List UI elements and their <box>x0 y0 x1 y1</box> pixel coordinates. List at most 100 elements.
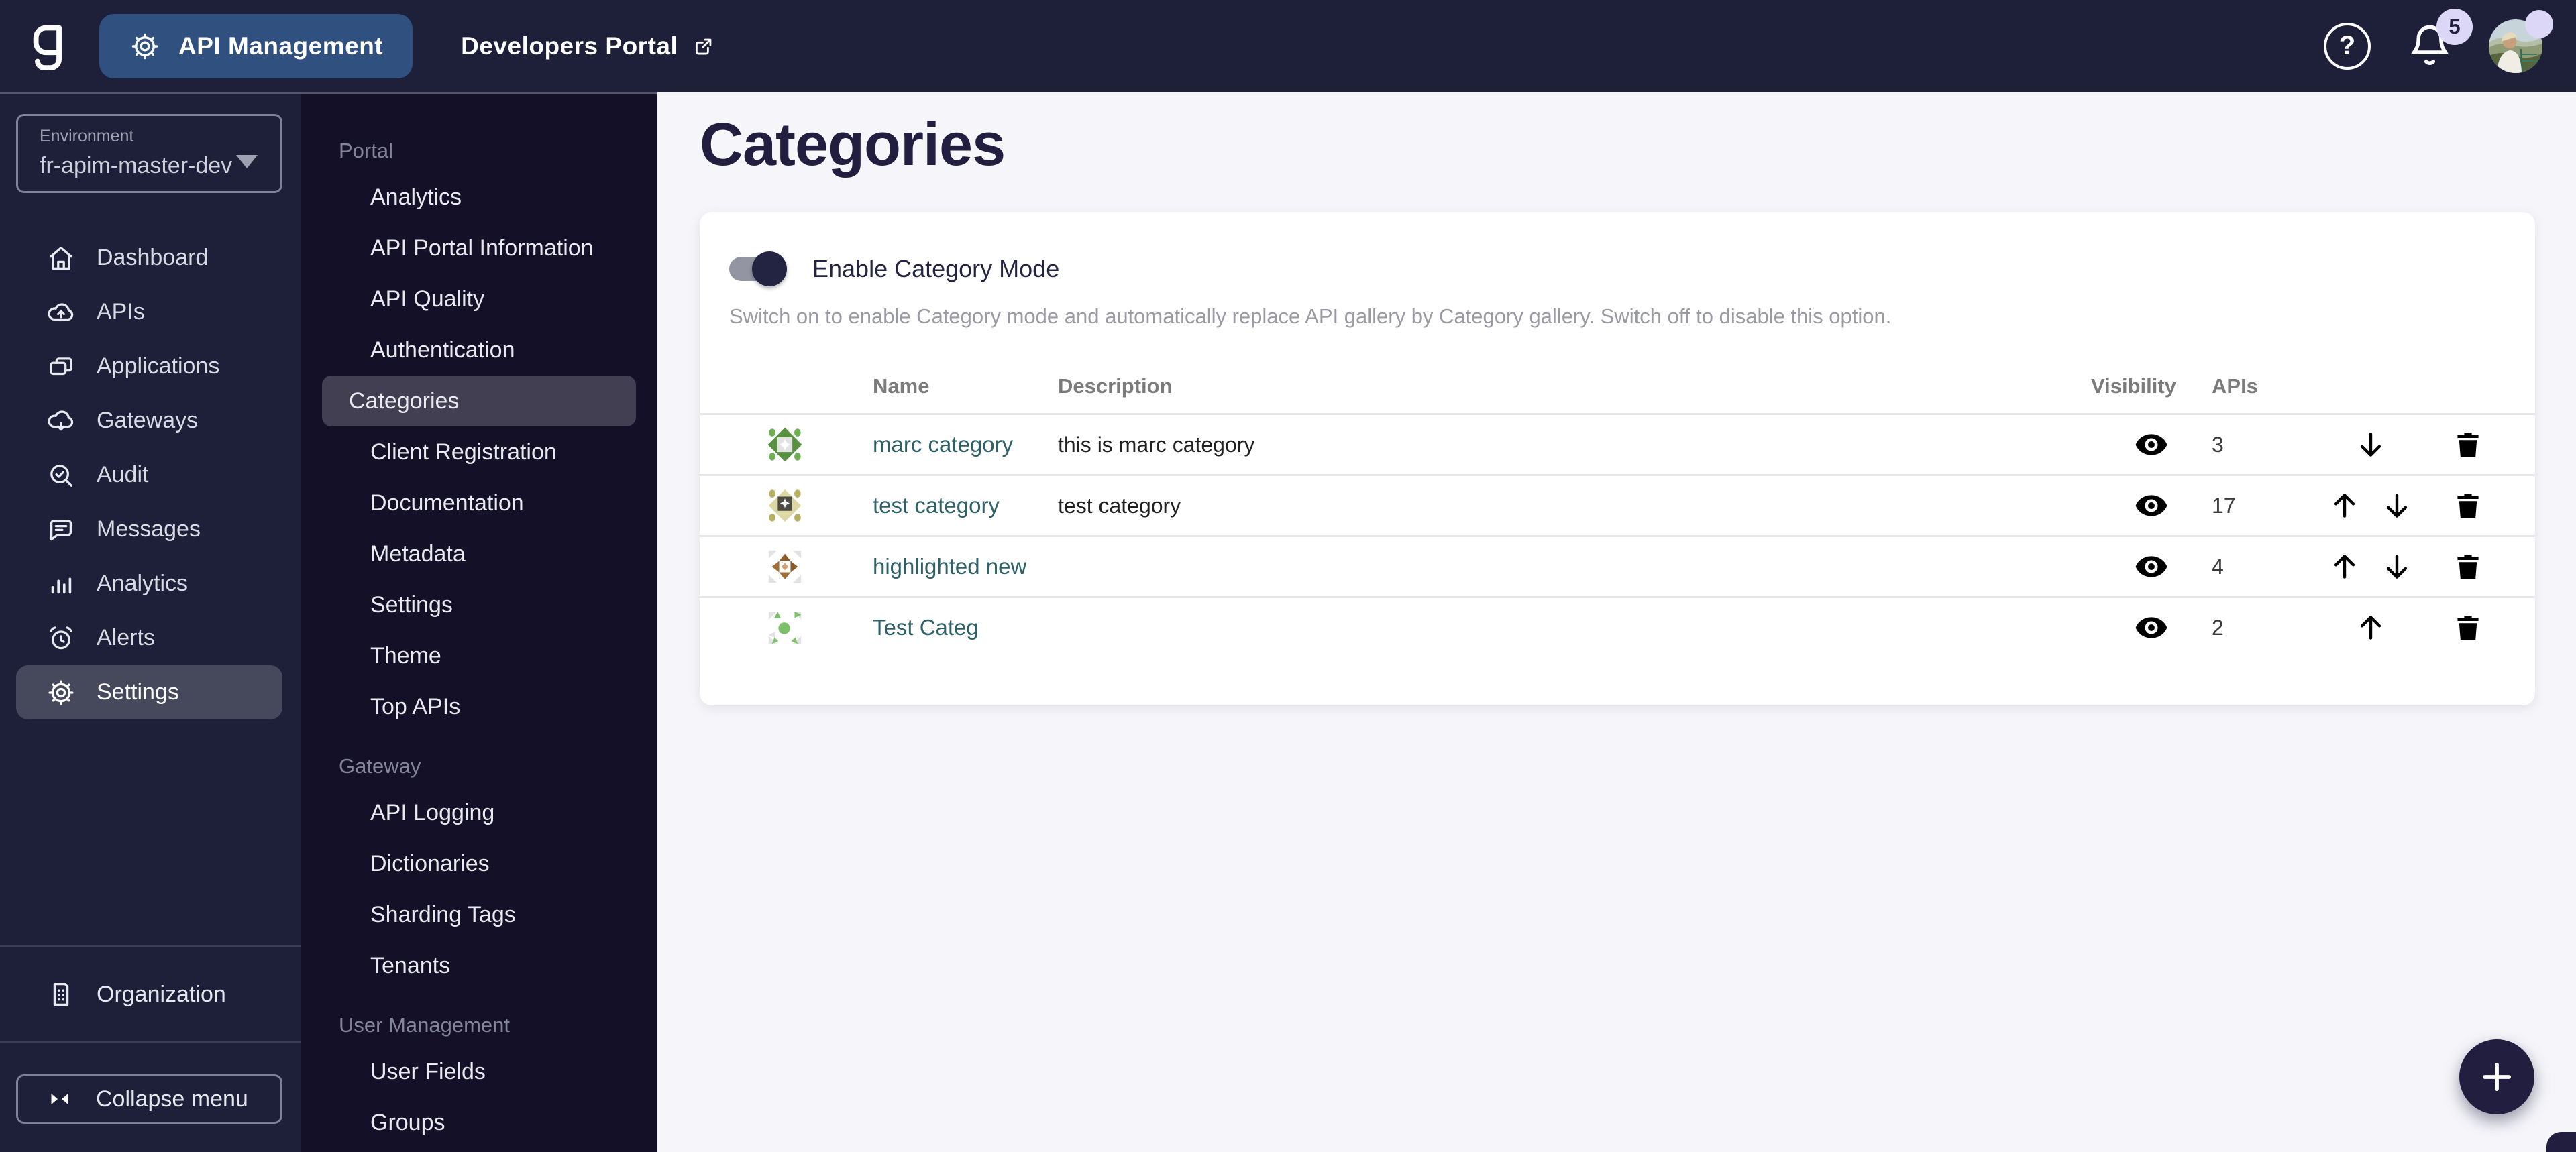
notification-count-badge: 5 <box>2436 8 2473 45</box>
subnav-item-categories[interactable]: Categories <box>322 376 636 426</box>
visibility-eye-button[interactable] <box>2091 427 2212 462</box>
subnav-item-settings[interactable]: Settings <box>322 579 636 630</box>
sidebar-item-audit[interactable]: Audit <box>16 448 282 502</box>
visibility-eye-button[interactable] <box>2091 488 2212 523</box>
enable-category-mode-label: Enable Category Mode <box>812 255 1060 282</box>
visibility-eye-button[interactable] <box>2091 610 2212 645</box>
column-header-apis: APIs <box>2212 374 2258 398</box>
sidebar-item-label: APIs <box>97 299 145 325</box>
collapse-menu-button[interactable]: Collapse menu <box>16 1074 282 1124</box>
subnav-item-api-quality[interactable]: API Quality <box>322 274 636 325</box>
subnav-item-theme[interactable]: Theme <box>322 630 636 681</box>
page-title: Categories <box>700 111 1006 178</box>
move-down-button[interactable] <box>2380 550 2414 583</box>
sidebar-item-label: Messages <box>97 516 201 542</box>
delete-button[interactable] <box>2452 428 2484 461</box>
cloud-upload-icon <box>46 297 76 328</box>
column-header-description: Description <box>1058 374 1173 398</box>
api-management-button[interactable]: API Management <box>99 13 413 78</box>
add-category-button[interactable] <box>2459 1039 2534 1114</box>
collapse-icon <box>46 1086 73 1112</box>
app-root: API Management Developers Portal ? 5 Env… <box>0 0 2576 1152</box>
move-down-button[interactable] <box>2380 489 2414 522</box>
subnav-item-tenants[interactable]: Tenants <box>322 940 636 991</box>
sidebar-item-label: Gateways <box>97 408 199 433</box>
subnav-item-client-registration[interactable]: Client Registration <box>322 426 636 477</box>
move-up-button[interactable] <box>2328 489 2361 522</box>
subnav-item-authentication[interactable]: Authentication <box>322 325 636 376</box>
category-name-link[interactable]: test category <box>873 493 1058 518</box>
divider <box>0 1041 301 1043</box>
sidebar-item-label: Settings <box>97 679 179 705</box>
table-row: highlighted new 4 <box>700 535 2535 596</box>
notifications-button[interactable]: 5 <box>2406 8 2473 73</box>
corner-panel-sliver <box>2546 1132 2576 1152</box>
subnav-item-documentation[interactable]: Documentation <box>322 477 636 528</box>
subnav-item-analytics[interactable]: Analytics <box>322 172 636 223</box>
sidebar-item-analytics[interactable]: Analytics <box>16 557 282 611</box>
main-content: Categories Enable Category Mode Switch o… <box>657 92 2576 1152</box>
sidebar-item-apis[interactable]: APIs <box>16 285 282 339</box>
api-count: 4 <box>2212 554 2224 579</box>
external-link-icon <box>692 35 715 58</box>
subnav-item-groups[interactable]: Groups <box>322 1097 636 1148</box>
sidebar-item-gateways[interactable]: Gateways <box>16 394 282 448</box>
subnav-item-top-apis[interactable]: Top APIs <box>322 681 636 732</box>
category-name-link[interactable]: Test Categ <box>873 615 1058 640</box>
visibility-eye-button[interactable] <box>2091 549 2212 584</box>
sidebar-item-alerts[interactable]: Alerts <box>16 611 282 665</box>
environment-label: Environment <box>40 127 134 146</box>
category-icon-green-diamond-star <box>765 425 804 464</box>
delete-button[interactable] <box>2452 551 2484 583</box>
message-icon <box>46 514 76 545</box>
subnav-item-dictionaries[interactable]: Dictionaries <box>322 838 636 889</box>
section-title: User Management <box>339 1013 511 1037</box>
section-gateway: Gateway API Logging Dictionaries Shardin… <box>301 746 657 991</box>
home-icon <box>46 243 76 274</box>
primary-sidebar: Environment fr-apim-master-dev Dashboard <box>0 92 301 1152</box>
subnav-item-api-logging[interactable]: API Logging <box>322 787 636 838</box>
section-title: Portal <box>339 139 393 162</box>
developers-portal-link[interactable]: Developers Portal <box>461 32 715 60</box>
delete-button[interactable] <box>2452 612 2484 644</box>
sidebar-item-dashboard[interactable]: Dashboard <box>16 231 282 285</box>
table-row: Test Categ 2 <box>700 596 2535 657</box>
sidebar-item-organization[interactable]: Organization <box>0 947 301 1041</box>
gear-icon <box>46 677 76 708</box>
sidebar-item-label: Alerts <box>97 625 155 650</box>
help-button[interactable]: ? <box>2324 22 2371 70</box>
move-up-button[interactable] <box>2328 550 2361 583</box>
applications-icon <box>46 351 76 382</box>
table-row: test category test category 17 <box>700 474 2535 535</box>
settings-sidebar: Portal Analytics API Portal Information … <box>301 92 657 1152</box>
sidebar-item-applications[interactable]: Applications <box>16 339 282 394</box>
category-name-link[interactable]: highlighted new <box>873 554 1058 579</box>
user-menu[interactable] <box>2489 9 2553 73</box>
section-portal: Portal Analytics API Portal Information … <box>301 130 657 732</box>
environment-select[interactable]: Environment fr-apim-master-dev <box>16 114 282 193</box>
delete-button[interactable] <box>2452 489 2484 522</box>
gravitee-logo-icon <box>30 20 70 72</box>
table-row: marc category this is marc category 3 <box>700 413 2535 474</box>
environment-value: fr-apim-master-dev <box>40 153 233 178</box>
api-management-label: API Management <box>178 32 384 60</box>
subnav-item-api-portal-information[interactable]: API Portal Information <box>322 223 636 274</box>
category-icon-brown-pinwheel <box>765 547 804 586</box>
bar-chart-icon <box>46 569 76 599</box>
category-description: test category <box>1058 493 1181 518</box>
sidebar-item-label: Applications <box>97 353 220 379</box>
topbar-actions: ? 5 <box>2324 8 2553 73</box>
column-header-visibility: Visibility <box>2091 374 2176 398</box>
sidebar-item-label: Dashboard <box>97 245 209 270</box>
api-count: 17 <box>2212 493 2236 518</box>
category-name-link[interactable]: marc category <box>873 432 1058 457</box>
subnav-item-metadata[interactable]: Metadata <box>322 528 636 579</box>
move-down-button[interactable] <box>2354 428 2387 461</box>
subnav-item-user-fields[interactable]: User Fields <box>322 1046 636 1097</box>
collapse-menu-label: Collapse menu <box>96 1086 248 1112</box>
sidebar-item-settings[interactable]: Settings <box>16 665 282 719</box>
sidebar-item-messages[interactable]: Messages <box>16 502 282 557</box>
move-up-button[interactable] <box>2354 611 2387 644</box>
enable-category-mode-toggle[interactable] <box>729 251 787 286</box>
subnav-item-sharding-tags[interactable]: Sharding Tags <box>322 889 636 940</box>
